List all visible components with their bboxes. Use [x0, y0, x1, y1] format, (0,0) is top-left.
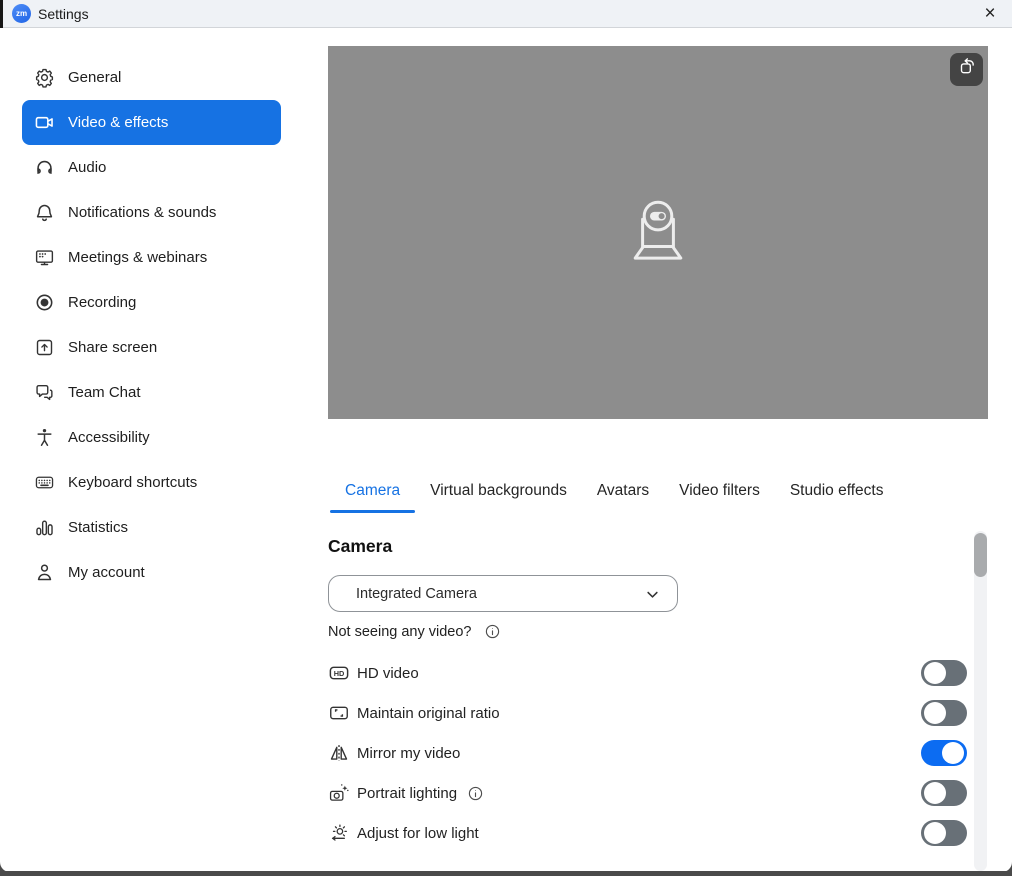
camera-help-link[interactable]: Not seeing any video? [328, 624, 472, 640]
toggle-label: Adjust for low light [357, 825, 479, 842]
tab-camera[interactable]: Camera [330, 477, 415, 513]
window-bottom-edge [0, 871, 1012, 876]
camera-options-list: HD HD video Maintain original ratio Mirr… [328, 653, 988, 853]
camera-select-value: Integrated Camera [356, 586, 477, 602]
tab-video-filters[interactable]: Video filters [664, 477, 775, 513]
camera-section-heading: Camera [328, 536, 392, 557]
info-icon[interactable] [467, 785, 484, 802]
accessibility-icon [34, 427, 55, 448]
toggle-knob [924, 782, 946, 804]
sidebar-item-video-effects[interactable]: Video & effects [22, 100, 281, 145]
sidebar-item-label: Meetings & webinars [68, 249, 207, 266]
video-settings-tabs: Camera Virtual backgrounds Avatars Video… [330, 477, 898, 513]
toggle-knob [924, 702, 946, 724]
bar-chart-icon [34, 517, 55, 538]
sidebar-item-statistics[interactable]: Statistics [22, 505, 281, 550]
headphones-icon [34, 157, 55, 178]
mirror-video-toggle[interactable] [921, 740, 967, 766]
sidebar-item-label: Notifications & sounds [68, 204, 216, 221]
close-icon[interactable]: × [972, 0, 1008, 28]
video-camera-icon [34, 112, 55, 133]
rotate-icon [956, 56, 978, 83]
window-edge-artifact [0, 0, 3, 28]
toggle-label: Portrait lighting [357, 785, 457, 802]
sidebar-item-label: Audio [68, 159, 106, 176]
sidebar-item-accessibility[interactable]: Accessibility [22, 415, 281, 460]
mirror-icon [328, 742, 350, 764]
row-hd-video: HD HD video [328, 653, 988, 693]
low-light-icon [328, 822, 350, 844]
sidebar-item-keyboard-shortcuts[interactable]: Keyboard shortcuts [22, 460, 281, 505]
sidebar-item-team-chat[interactable]: Team Chat [22, 370, 281, 415]
sidebar-item-notifications[interactable]: Notifications & sounds [22, 190, 281, 235]
sidebar-item-meetings[interactable]: Meetings & webinars [22, 235, 281, 280]
bell-icon [34, 202, 55, 223]
video-preview [328, 46, 988, 419]
svg-text:HD: HD [334, 669, 345, 678]
tab-avatars[interactable]: Avatars [582, 477, 664, 513]
sidebar-item-label: Statistics [68, 519, 128, 536]
gear-icon [34, 67, 55, 88]
keyboard-icon [34, 472, 55, 493]
settings-sidebar: General Video & effects Audio Notificati… [22, 55, 281, 595]
info-icon[interactable] [484, 623, 501, 640]
hd-video-toggle[interactable] [921, 660, 967, 686]
zoom-logo-icon: zm [12, 4, 31, 23]
chevron-down-icon [643, 585, 662, 604]
hd-icon: HD [328, 662, 350, 684]
toggle-label: Mirror my video [357, 745, 460, 762]
row-maintain-original-ratio: Maintain original ratio [328, 693, 988, 733]
row-mirror-my-video: Mirror my video [328, 733, 988, 773]
sidebar-item-recording[interactable]: Recording [22, 280, 281, 325]
sidebar-item-label: Recording [68, 294, 136, 311]
webcam-icon [618, 190, 698, 271]
record-icon [34, 292, 55, 313]
chat-bubbles-icon [34, 382, 55, 403]
sidebar-item-my-account[interactable]: My account [22, 550, 281, 595]
scrollbar-thumb[interactable] [974, 533, 987, 577]
window-title: Settings [38, 0, 89, 28]
maintain-ratio-toggle[interactable] [921, 700, 967, 726]
toggle-knob [924, 662, 946, 684]
toggle-knob [942, 742, 964, 764]
row-portrait-lighting: Portrait lighting [328, 773, 988, 813]
sidebar-item-audio[interactable]: Audio [22, 145, 281, 190]
portrait-lighting-icon [328, 782, 350, 804]
sidebar-item-label: Video & effects [68, 114, 168, 131]
sidebar-item-label: General [68, 69, 121, 86]
sidebar-item-label: Accessibility [68, 429, 150, 446]
sidebar-item-label: My account [68, 564, 145, 581]
person-icon [34, 562, 55, 583]
meeting-screen-icon [34, 247, 55, 268]
tab-studio-effects[interactable]: Studio effects [775, 477, 899, 513]
portrait-lighting-toggle[interactable] [921, 780, 967, 806]
share-screen-icon [34, 337, 55, 358]
tab-virtual-backgrounds[interactable]: Virtual backgrounds [415, 477, 582, 513]
toggle-knob [924, 822, 946, 844]
camera-help-row: Not seeing any video? [328, 623, 501, 640]
aspect-ratio-icon [328, 702, 350, 724]
row-adjust-low-light: Adjust for low light [328, 813, 988, 853]
sidebar-item-general[interactable]: General [22, 55, 281, 100]
rotate-preview-button[interactable] [950, 53, 983, 86]
sidebar-item-share-screen[interactable]: Share screen [22, 325, 281, 370]
low-light-toggle[interactable] [921, 820, 967, 846]
sidebar-item-label: Keyboard shortcuts [68, 474, 197, 491]
toggle-label: Maintain original ratio [357, 705, 500, 722]
titlebar: zm Settings × [0, 0, 1012, 28]
sidebar-item-label: Share screen [68, 339, 157, 356]
toggle-label: HD video [357, 665, 419, 682]
settings-window: zm Settings × General Video & effects Au… [0, 0, 1012, 872]
camera-select[interactable]: Integrated Camera [328, 575, 678, 612]
scrollbar-track[interactable] [974, 531, 987, 871]
sidebar-item-label: Team Chat [68, 384, 141, 401]
